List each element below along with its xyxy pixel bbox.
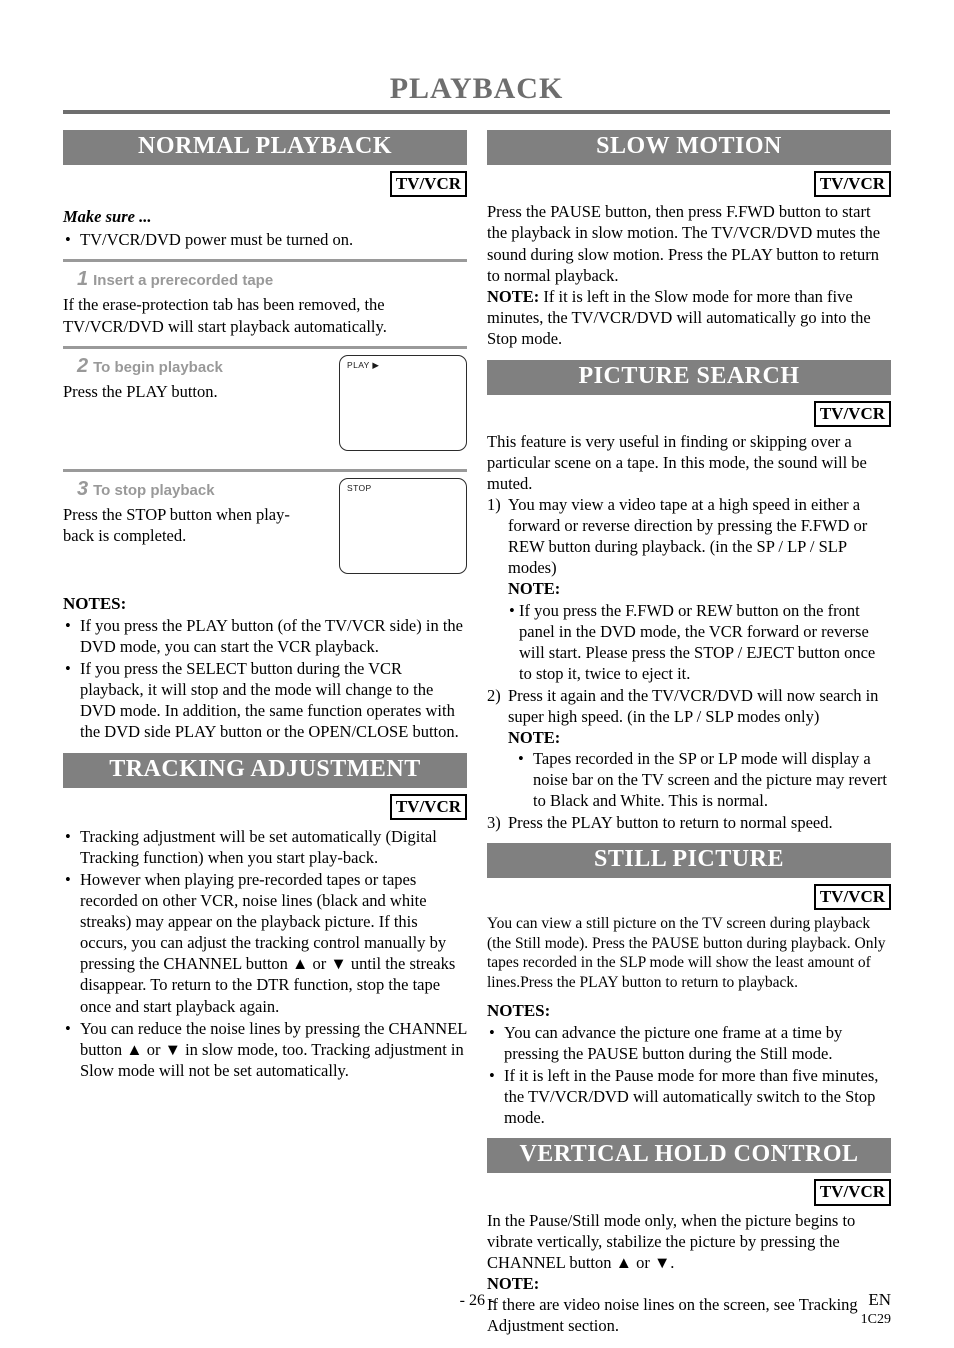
status-badge-tv-vcr: TV/VCR: [813, 171, 891, 198]
notes-list-still-picture: You can advance the picture one frame at…: [487, 1022, 891, 1128]
right-column: SLOW MOTION TV/VCR Press the PAUSE butto…: [487, 130, 891, 1336]
status-badge-tv-vcr: TV/VCR: [389, 794, 467, 821]
step-1-label: Insert a prerecorded tape: [93, 272, 274, 290]
picture-search-text-2: Press it again and the TV/VCR/DVD will n…: [508, 685, 879, 726]
slow-motion-note-body: If it is left in the Slow mode for more …: [487, 286, 871, 348]
picture-search-note-list-1: If you press the F.FWD or REW button on …: [508, 600, 891, 684]
step-2-label: To begin playback: [93, 358, 223, 376]
status-badge-tv-vcr: TV/VCR: [813, 1179, 891, 1206]
footer-page-number: - 26 -: [459, 1292, 495, 1309]
step-3-body-wrap: STOP 3 To stop playback Press the STOP bu…: [63, 477, 467, 586]
picture-search-intro: This feature is very useful in finding o…: [487, 432, 867, 494]
badge-row-tracking-adjustment: TV/VCR: [63, 794, 467, 821]
picture-search-steps: 1) You may view a video tape at a high sp…: [487, 494, 891, 833]
step-1-body: If the erase-protection tab has been rem…: [63, 295, 387, 336]
manual-page: PLAYBACK NORMAL PLAYBACK TV/VCR Make sur…: [0, 0, 954, 1348]
list-item: 3) Press the PLAY button to return to nor…: [487, 812, 891, 833]
picture-search-text-1: You may view a video tape at a high spee…: [508, 495, 868, 578]
step-divider: [63, 468, 467, 472]
section-header-vertical-hold-control: VERTICAL HOLD CONTROL: [487, 1138, 891, 1174]
picture-search-marker-1: 1): [487, 495, 501, 515]
picture-search-marker-2: 2): [487, 685, 501, 705]
title-divider: [63, 110, 890, 114]
picture-search-marker-3: 3): [487, 813, 501, 833]
step-2-body-wrap: PLAY ▶ 2 To begin playback Press the PLAY…: [63, 354, 467, 460]
remote-stop-label: STOP: [347, 482, 372, 493]
step-divider: [63, 259, 467, 263]
list-item: You can advance the picture one frame at…: [487, 1022, 891, 1064]
remote-play-label: PLAY ▶: [347, 359, 380, 370]
picture-search-text-3: Press the PLAY button to return to norma…: [508, 813, 833, 833]
list-item: If you press the SELECT button during th…: [63, 658, 467, 742]
tracking-adjustment-list: Tracking adjustment will be set automati…: [63, 826, 467, 1080]
section-header-tracking-adjustment: TRACKING ADJUSTMENT: [63, 752, 467, 788]
step-1-body-wrap: If the erase-protection tab has been rem…: [63, 294, 467, 336]
section-header-picture-search: PICTURE SEARCH: [487, 359, 891, 395]
left-column: NORMAL PLAYBACK TV/VCR Make sure ... TV/…: [63, 130, 467, 1082]
slow-motion-note: NOTE: If it is left in the Slow mode for…: [487, 286, 891, 349]
section-header-slow-motion: SLOW MOTION: [487, 130, 891, 166]
footer-language: EN: [868, 1290, 891, 1309]
status-badge-tv-vcr: TV/VCR: [813, 400, 891, 428]
slow-motion-note-label: NOTE:: [487, 286, 540, 306]
list-item: However when playing pre-recorded tapes …: [63, 869, 467, 1016]
remote-illustration-stop: STOP: [339, 477, 467, 574]
picture-search-note-heading-2: NOTE:: [508, 727, 561, 747]
section-header-normal-playback: NORMAL PLAYBACK: [63, 130, 467, 166]
status-badge-tv-vcr: TV/VCR: [389, 171, 467, 198]
step-3-number: 3: [77, 477, 89, 500]
step-1-number: 1: [77, 268, 89, 291]
list-item: If you press the F.FWD or REW button on …: [508, 600, 891, 684]
badge-row-vertical-hold-control: TV/VCR: [487, 1179, 891, 1206]
step-2-number: 2: [77, 354, 89, 377]
step-3-label: To stop playback: [93, 481, 215, 499]
list-item: 1) You may view a video tape at a high sp…: [487, 494, 891, 684]
still-picture-body: You can view a still picture on the TV s…: [487, 914, 886, 992]
picture-search-note-list-2: Tapes recorded in the SP or LP mode will…: [516, 748, 891, 811]
make-sure-label: Make sure ...: [63, 207, 152, 227]
list-item: 2) Press it again and the TV/VCR/DVD will…: [487, 685, 891, 812]
picture-search-note-heading-1: NOTE:: [508, 579, 561, 599]
list-item: If you press the PLAY button (of the TV/…: [63, 615, 467, 657]
step-divider: [63, 345, 467, 349]
footer-code: 1C29: [860, 1312, 891, 1327]
step-3-body: Press the STOP button when play-back is …: [63, 504, 290, 545]
list-item: If it is left in the Pause mode for more…: [487, 1065, 891, 1128]
notes-heading-normal-playback: NOTES:: [63, 593, 127, 613]
badge-row-slow-motion: TV/VCR: [487, 171, 891, 198]
vertical-hold-body: In the Pause/Still mode only, when the p…: [487, 1210, 856, 1272]
badge-row-still-picture: TV/VCR: [487, 883, 891, 910]
badge-row-normal-playback: TV/VCR: [63, 171, 467, 198]
list-item: Tracking adjustment will be set automati…: [63, 826, 467, 868]
remote-illustration-play: PLAY ▶: [339, 354, 467, 451]
list-item: TV/VCR/DVD power must be turned on.: [63, 229, 467, 250]
vertical-hold-note-heading: NOTE:: [487, 1273, 540, 1293]
notes-list-normal-playback: If you press the PLAY button (of the TV/…: [63, 615, 467, 742]
section-header-still-picture: STILL PICTURE: [487, 842, 891, 878]
notes-heading-still-picture: NOTES:: [487, 1000, 551, 1020]
make-sure-list: TV/VCR/DVD power must be turned on.: [63, 229, 467, 250]
list-item: Tapes recorded in the SP or LP mode will…: [516, 748, 891, 811]
badge-row-picture-search: TV/VCR: [487, 400, 891, 428]
status-badge-tv-vcr: TV/VCR: [813, 883, 891, 910]
list-item: You can reduce the noise lines by pressi…: [63, 1018, 467, 1081]
step-1-heading: 1 Insert a prerecorded tape: [77, 268, 467, 291]
slow-motion-body: Press the PAUSE button, then press F.FWD…: [487, 202, 881, 285]
page-title: PLAYBACK: [389, 72, 564, 105]
